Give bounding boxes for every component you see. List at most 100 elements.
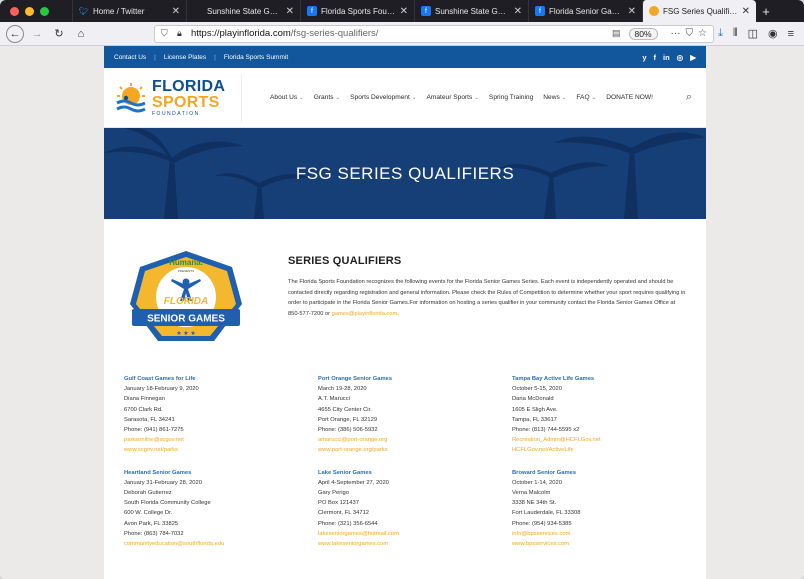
event-card: Tampa Bay Active Life Games October 5-15,… xyxy=(512,374,706,456)
facebook-icon[interactable]: f xyxy=(654,53,657,62)
topbar-link-contact[interactable]: Contact Us xyxy=(114,54,146,61)
forward-button[interactable]: → xyxy=(28,25,46,43)
event-website-link[interactable]: www.port-orange.org/parks xyxy=(318,445,512,455)
browser-tab[interactable]: Sunshine State Games | Oly ✕ xyxy=(186,0,300,22)
reader-view-icon[interactable]: ▤ xyxy=(612,28,621,39)
web-page: Contact Us | License Plates | Florida Sp… xyxy=(104,46,706,579)
toolbar-right: ⤓ ⫴ ◫ ◉ ≡ xyxy=(718,27,798,40)
youtube-icon[interactable]: ▶ xyxy=(690,53,696,62)
event-name[interactable]: Gulf Coast Games for Life xyxy=(124,374,318,384)
event-phone: Phone: (321) 356-6544 xyxy=(318,520,378,527)
menu-icon[interactable]: ≡ xyxy=(788,28,794,40)
event-name[interactable]: Heartland Senior Games xyxy=(124,468,318,478)
event-website-link[interactable]: www.scgov.net/parks xyxy=(124,445,318,455)
pocket-icon[interactable]: ⛉ xyxy=(686,28,694,39)
topbar-link-sports-summit[interactable]: Florida Sports Summit xyxy=(224,54,288,61)
browser-tab[interactable]: f Florida Senior Games - ✕ xyxy=(528,0,642,22)
event-phone: Phone: (954) 934-5385 xyxy=(512,520,572,527)
site-search-button[interactable]: ⌕ xyxy=(682,91,696,105)
event-email-link[interactable]: amarucci@port-orange.org xyxy=(318,435,512,445)
tab-close-icon[interactable]: ✕ xyxy=(514,6,522,17)
event-website-link[interactable]: HCFLGov.net/ActiveLife xyxy=(512,445,706,455)
nav-item-amateur-sports[interactable]: Amateur Sports ⌄ xyxy=(427,94,479,101)
browser-tab[interactable]: f Sunshine State Games - ✕ xyxy=(414,0,528,22)
event-email-link[interactable]: lakeseniorgames@hotmail.com xyxy=(318,529,512,539)
florida-senior-games-badge: Humana. PRESENTS FLORIDA SENIOR GAMES ★ … xyxy=(130,251,242,341)
event-address-line: PO Box 121437 xyxy=(318,500,359,507)
event-card: Broward Senior Games October 1-14, 2020 Ve… xyxy=(512,468,706,550)
address-bar[interactable]: ⛉ 🔒︎ https://playinflorida.com /fsg-seri… xyxy=(154,24,714,43)
tab-title: Sunshine State Games | Oly xyxy=(207,6,282,16)
linkedin-icon[interactable]: in xyxy=(663,53,670,62)
site-logo[interactable]: FLORIDA SPORTS FOUNDATION xyxy=(114,73,242,122)
logo-line3: FOUNDATION xyxy=(152,110,200,117)
event-contact: Deborah Gutierrez xyxy=(124,490,172,497)
event-address-line: 600 W. College Dr. xyxy=(124,510,173,517)
event-email-link[interactable]: parksonline@scgov.net xyxy=(124,435,318,445)
event-address-line: Clermont, FL 34712 xyxy=(318,510,370,517)
zoom-level[interactable]: 80% xyxy=(628,27,658,40)
account-icon[interactable]: ◉ xyxy=(768,27,778,40)
intro-end: . xyxy=(397,310,399,317)
nav-item-label: Sports Development xyxy=(350,94,410,101)
download-icon[interactable]: ⤓ xyxy=(718,27,723,40)
event-card: Heartland Senior Games January 31-Februar… xyxy=(124,468,318,550)
nav-item-sports-development[interactable]: Sports Development ⌄ xyxy=(350,94,416,101)
tab-title: Home / Twitter xyxy=(93,6,145,16)
event-email-link[interactable]: Recreation_Admin@HCFLGov.net xyxy=(512,435,706,445)
sidebar-icon[interactable]: ◫ xyxy=(748,27,758,40)
section-title: SERIES QUALIFIERS xyxy=(288,255,402,267)
topbar-link-license-plates[interactable]: License Plates xyxy=(164,54,206,61)
url-host: https://playinflorida.com xyxy=(191,28,291,39)
home-button[interactable]: ⌂ xyxy=(72,25,90,43)
lock-icon[interactable]: 🔒︎ xyxy=(177,28,187,39)
hero-banner: FSG SERIES QUALIFIERS xyxy=(104,128,706,219)
browser-window: 🐦︎Home / Twitter✕Sunshine State Games | … xyxy=(0,0,804,579)
nav-item-about-us[interactable]: About Us ⌄ xyxy=(270,94,304,101)
tab-close-icon[interactable]: ✕ xyxy=(172,6,180,17)
tab-close-icon[interactable]: ✕ xyxy=(400,6,408,17)
event-phone: Phone: (941) 861-7275 xyxy=(124,427,184,434)
minimize-window-button[interactable] xyxy=(25,6,34,16)
event-name[interactable]: Tampa Bay Active Life Games xyxy=(512,374,706,384)
event-name[interactable]: Port Orange Senior Games xyxy=(318,374,512,384)
nav-item-spring-training[interactable]: Spring Training xyxy=(489,94,533,101)
event-name[interactable]: Broward Senior Games xyxy=(512,468,706,478)
sun-swimmer-logo-icon xyxy=(116,82,146,112)
event-email-link[interactable]: info@bpsservices.com xyxy=(512,529,706,539)
instagram-icon[interactable]: ◎ xyxy=(677,53,684,62)
events-grid: Gulf Coast Games for Life January 18-Febr… xyxy=(104,374,706,549)
intro-email-link[interactable]: games@playinflorida.com xyxy=(332,311,398,317)
nav-item-label: About Us xyxy=(270,94,298,101)
tab-close-icon[interactable]: ✕ xyxy=(628,6,636,17)
event-email-link[interactable]: communityeducation@southflorida.edu xyxy=(124,539,318,549)
event-website-link[interactable]: www.lakeseniorgames.com xyxy=(318,539,512,549)
event-card: Gulf Coast Games for Life January 18-Febr… xyxy=(124,374,318,456)
twitter-icon[interactable]: y xyxy=(642,53,646,62)
event-website-link[interactable]: www.bpsservices.com xyxy=(512,539,706,549)
back-button[interactable]: ← xyxy=(6,24,24,43)
tab-close-icon[interactable]: ✕ xyxy=(286,6,294,17)
library-icon[interactable]: ⫴ xyxy=(733,27,738,40)
reload-button[interactable]: ↻ xyxy=(50,25,68,43)
event-dates: January 31-February 28, 2020 xyxy=(124,479,202,486)
close-window-button[interactable] xyxy=(10,6,19,16)
nav-item-label: FAQ xyxy=(576,94,590,101)
bookmark-star-icon[interactable]: ☆ xyxy=(698,28,707,39)
browser-tab[interactable]: 🐦︎ Home / Twitter ✕ xyxy=(72,0,186,22)
browser-tab[interactable]: f Florida Sports Foundatio ✕ xyxy=(300,0,414,22)
nav-item-grants[interactable]: Grants ⌄ xyxy=(314,94,340,101)
fsf-icon xyxy=(649,6,659,16)
page-actions-button[interactable]: ··· xyxy=(671,28,681,39)
intro-section: Humana. PRESENTS FLORIDA SENIOR GAMES ★ … xyxy=(104,219,706,374)
nav-item-faq[interactable]: FAQ ⌄ xyxy=(576,94,596,101)
browser-tab[interactable]: FSG Series Qualifiers – F ✕ xyxy=(642,0,756,22)
nav-item-news[interactable]: News ⌄ xyxy=(543,94,566,101)
tab-close-icon[interactable]: ✕ xyxy=(742,6,750,17)
tracking-shield-icon[interactable]: ⛉ xyxy=(161,28,171,39)
nav-item-donate-now[interactable]: DONATE NOW! xyxy=(606,94,653,101)
nav-item-label: Spring Training xyxy=(488,94,534,101)
event-name[interactable]: Lake Senior Games xyxy=(318,468,512,478)
maximize-window-button[interactable] xyxy=(40,6,49,16)
new-tab-button[interactable]: + xyxy=(756,0,776,22)
